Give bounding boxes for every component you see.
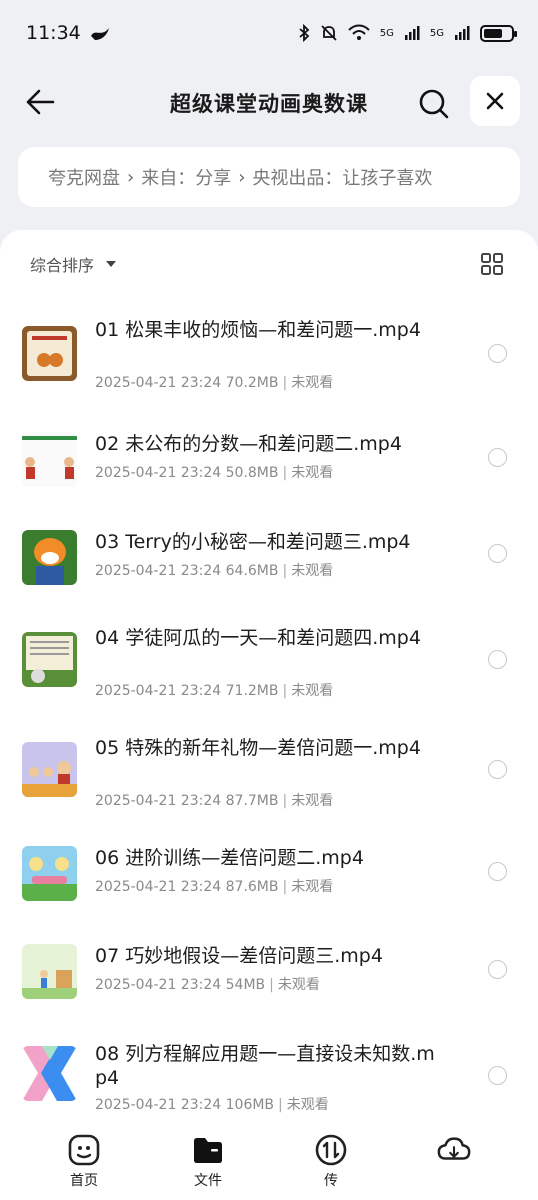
nav-transfer[interactable]: 传	[291, 1132, 371, 1190]
signal-2-label: 5G	[429, 27, 444, 39]
file-date: 2025-04-21 23:24	[95, 1097, 222, 1113]
file-list-panel: 综合排序 01 松果丰收的烦恼—和差问题一.mp4 2025-04-21 23:…	[0, 230, 538, 1200]
file-status: 未观看	[291, 465, 334, 481]
select-radio[interactable]	[488, 544, 507, 563]
signal-bars-2-icon	[455, 26, 470, 40]
smiley-face-icon	[66, 1132, 102, 1168]
file-date: 2025-04-21 23:24	[95, 375, 222, 391]
grid-view-icon	[481, 253, 503, 275]
file-date: 2025-04-21 23:24	[95, 793, 222, 809]
file-meta: 2025-04-21 23:24 106MB | 未观看	[95, 1097, 329, 1113]
file-date: 2025-04-21 23:24	[95, 879, 222, 895]
breadcrumb-item-share[interactable]: 来自：分享	[141, 164, 231, 190]
video-thumbnail	[22, 742, 77, 797]
video-thumbnail	[22, 944, 77, 999]
video-thumbnail	[22, 432, 77, 487]
nav-home[interactable]: 首页	[44, 1132, 124, 1190]
search-icon	[419, 89, 449, 119]
file-name: 07 巧妙地假设—差倍问题三.mp4	[95, 945, 383, 967]
file-date: 2025-04-21 23:24	[95, 465, 222, 481]
breadcrumb: 夸克网盘 › 来自：分享 › 央视出品：让孩子喜欢	[18, 147, 520, 207]
close-icon	[486, 92, 504, 110]
sort-label: 综合排序	[30, 256, 95, 275]
file-name: 05 特殊的新年礼物—差倍问题一.mp4	[95, 737, 421, 759]
file-size: 54MB	[225, 977, 266, 993]
chevron-right-icon: ›	[238, 166, 246, 188]
grid-view-button[interactable]	[480, 252, 504, 276]
file-meta: 2025-04-21 23:24 50.8MB | 未观看	[95, 465, 334, 481]
close-button[interactable]	[470, 76, 520, 126]
video-thumbnail	[22, 632, 77, 687]
header: 超级课堂动画奥数课	[0, 70, 538, 134]
breadcrumb-item-folder[interactable]: 央视出品：让孩子喜欢	[252, 164, 432, 190]
select-radio[interactable]	[488, 960, 507, 979]
file-status: 未观看	[291, 793, 334, 809]
file-name: 01 松果丰收的烦恼—和差问题一.mp4	[95, 319, 421, 341]
file-date: 2025-04-21 23:24	[95, 977, 222, 993]
video-thumbnail	[22, 1046, 77, 1101]
battery-icon	[480, 24, 517, 42]
file-status: 未观看	[277, 977, 320, 993]
select-radio[interactable]	[488, 760, 507, 779]
file-date: 2025-04-21 23:24	[95, 563, 222, 579]
cloud-icon	[436, 1132, 472, 1168]
clock: 11:34	[26, 22, 81, 44]
file-size: 50.8MB	[225, 465, 279, 481]
search-button[interactable]	[414, 84, 454, 124]
select-radio[interactable]	[488, 862, 507, 881]
signal-bars-icon	[404, 26, 420, 40]
file-name: 04 学徒阿瓜的一天—和差问题四.mp4	[95, 627, 421, 649]
file-name: 06 进阶训练—差倍问题二.mp4	[95, 847, 364, 869]
file-status: 未观看	[286, 1097, 329, 1113]
file-meta: 2025-04-21 23:24 64.6MB | 未观看	[95, 563, 334, 579]
video-thumbnail	[22, 326, 77, 381]
file-status: 未观看	[291, 563, 334, 579]
bird-notification-icon	[90, 28, 109, 40]
select-radio[interactable]	[488, 650, 507, 669]
file-size: 106MB	[225, 1097, 275, 1113]
file-meta: 2025-04-21 23:24 87.6MB | 未观看	[95, 879, 334, 895]
status-bar: 11:34 5G 5G	[0, 0, 538, 66]
chevron-right-icon: ›	[127, 166, 135, 188]
file-date: 2025-04-21 23:24	[95, 683, 222, 699]
file-size: 87.7MB	[225, 793, 279, 809]
video-thumbnail	[22, 846, 77, 901]
file-meta: 2025-04-21 23:24 87.7MB | 未观看	[95, 793, 334, 809]
nav-files-label: 文件	[194, 1173, 222, 1189]
wifi-icon	[348, 24, 370, 40]
file-meta: 2025-04-21 23:24 70.2MB | 未观看	[95, 375, 334, 391]
file-size: 71.2MB	[225, 683, 279, 699]
signal-1-label: 5G	[379, 27, 394, 39]
file-name: 02 未公布的分数—和差问题二.mp4	[95, 433, 402, 455]
select-radio[interactable]	[488, 1066, 507, 1085]
mute-bell-icon	[321, 25, 337, 41]
nav-home-label: 首页	[70, 1173, 98, 1189]
folder-icon	[190, 1132, 226, 1168]
sort-dropdown[interactable]: 综合排序	[30, 252, 117, 276]
select-radio[interactable]	[488, 448, 507, 467]
nav-transfer-label: 传	[324, 1173, 338, 1189]
file-meta: 2025-04-21 23:24 71.2MB | 未观看	[95, 683, 334, 699]
breadcrumb-item-root[interactable]: 夸克网盘	[48, 164, 120, 190]
file-status: 未观看	[291, 879, 334, 895]
nav-cloud[interactable]	[414, 1132, 494, 1170]
file-name: 08 列方程解应用题一—直接设未知数.mp4	[95, 1043, 435, 1089]
file-status: 未观看	[291, 375, 334, 391]
file-name: 03 Terry的小秘密—和差问题三.mp4	[95, 531, 411, 553]
caret-down-icon	[106, 261, 117, 267]
select-radio[interactable]	[488, 344, 507, 363]
video-thumbnail	[22, 530, 77, 585]
nav-files[interactable]: 文件	[168, 1132, 248, 1190]
file-meta: 2025-04-21 23:24 54MB | 未观看	[95, 977, 320, 993]
page-title: 超级课堂动画奥数课	[170, 92, 368, 116]
file-size: 87.6MB	[225, 879, 279, 895]
file-status: 未观看	[291, 683, 334, 699]
file-size: 64.6MB	[225, 563, 279, 579]
bluetooth-icon	[299, 24, 310, 42]
file-size: 70.2MB	[225, 375, 279, 391]
transfer-icon	[313, 1132, 349, 1168]
bottom-nav: 首页 文件 传	[0, 1122, 538, 1200]
